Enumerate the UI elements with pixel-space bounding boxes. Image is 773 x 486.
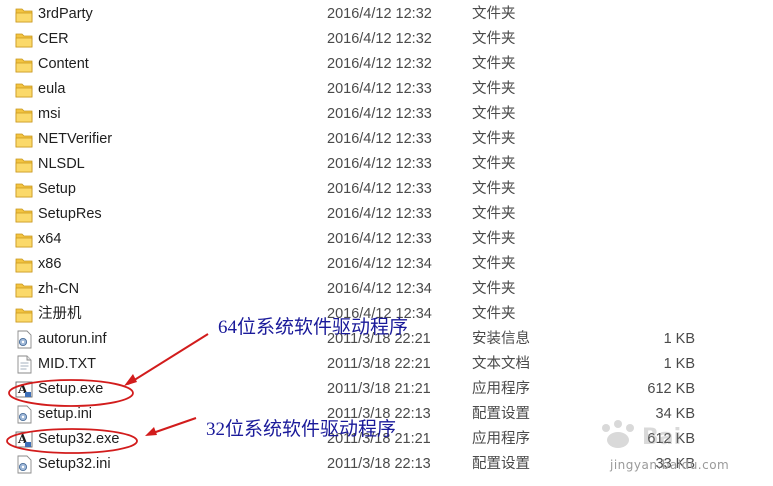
file-type: 应用程序	[472, 431, 530, 447]
file-row-setup-exe[interactable]: Setup.exe 2011/3/18 21:21 应用程序 612 KB	[0, 377, 773, 402]
file-type: 文本文档	[472, 356, 530, 372]
file-type: 文件夹	[472, 231, 516, 247]
file-date: 2016/4/12 12:33	[327, 156, 432, 172]
config-file-icon	[14, 405, 34, 424]
file-date: 2016/4/12 12:34	[327, 281, 432, 297]
installer-exe-icon	[14, 380, 34, 399]
file-name: Setup	[38, 181, 76, 197]
file-type: 配置设置	[472, 456, 530, 472]
file-row-netverifier[interactable]: NETVerifier 2016/4/12 12:33 文件夹	[0, 127, 773, 152]
file-type: 文件夹	[472, 6, 516, 22]
file-row-zh-cn[interactable]: zh-CN 2016/4/12 12:34 文件夹	[0, 277, 773, 302]
file-type: 配置设置	[472, 406, 530, 422]
file-name: x64	[38, 231, 62, 247]
file-size: 1 KB	[663, 331, 695, 347]
file-name: SetupRes	[38, 206, 102, 222]
file-date: 2016/4/12 12:33	[327, 106, 432, 122]
file-type: 文件夹	[472, 256, 516, 272]
file-name: Setup.exe	[38, 381, 104, 397]
file-name: Setup32.ini	[38, 456, 111, 472]
file-name: CER	[38, 31, 69, 47]
file-date: 2011/3/18 22:13	[327, 456, 431, 472]
text-file-icon	[14, 355, 34, 374]
file-date: 2016/4/12 12:34	[327, 256, 432, 272]
watermark-url: jingyan.baidu.com	[610, 458, 730, 472]
file-date: 2011/3/18 22:21	[327, 356, 431, 372]
folder-icon	[14, 5, 34, 24]
file-type: 文件夹	[472, 106, 516, 122]
file-date: 2016/4/12 12:33	[327, 206, 432, 222]
file-row-3rdparty[interactable]: 3rdParty 2016/4/12 12:32 文件夹	[0, 2, 773, 27]
folder-icon	[14, 155, 34, 174]
file-type: 文件夹	[472, 306, 516, 322]
file-name: x86	[38, 256, 62, 272]
file-type: 安装信息	[472, 331, 530, 347]
file-date: 2016/4/12 12:33	[327, 231, 432, 247]
folder-icon	[14, 230, 34, 249]
config-file-icon	[14, 455, 34, 474]
file-type: 文件夹	[472, 31, 516, 47]
folder-icon	[14, 105, 34, 124]
file-type: 文件夹	[472, 81, 516, 97]
folder-icon	[14, 30, 34, 49]
file-type: 文件夹	[472, 131, 516, 147]
file-name: msi	[38, 106, 61, 122]
folder-icon	[14, 205, 34, 224]
file-size: 612 KB	[647, 431, 695, 447]
file-row-setupres[interactable]: SetupRes 2016/4/12 12:33 文件夹	[0, 202, 773, 227]
folder-icon	[14, 280, 34, 299]
folder-icon	[14, 305, 34, 324]
folder-icon	[14, 255, 34, 274]
file-row-x86[interactable]: x86 2016/4/12 12:34 文件夹	[0, 252, 773, 277]
file-type: 文件夹	[472, 181, 516, 197]
file-type: 文件夹	[472, 206, 516, 222]
file-name: zh-CN	[38, 281, 80, 297]
file-row-x64[interactable]: x64 2016/4/12 12:33 文件夹	[0, 227, 773, 252]
installer-exe-icon	[14, 430, 34, 449]
file-date: 2016/4/12 12:32	[327, 31, 432, 47]
file-size: 34 KB	[655, 406, 696, 422]
file-date: 2016/4/12 12:33	[327, 181, 432, 197]
file-name: Content	[38, 56, 89, 72]
file-date: 2016/4/12 12:33	[327, 81, 432, 97]
file-date: 2016/4/12 12:32	[327, 6, 432, 22]
file-name: Setup32.exe	[38, 431, 120, 447]
file-row-setup[interactable]: Setup 2016/4/12 12:33 文件夹	[0, 177, 773, 202]
folder-icon	[14, 80, 34, 99]
file-name: 3rdParty	[38, 6, 93, 22]
file-date: 2016/4/12 12:32	[327, 56, 432, 72]
file-name: autorun.inf	[38, 331, 107, 347]
annotation-32bit-note: 32位系统软件驱动程序	[206, 419, 397, 440]
file-name: MID.TXT	[38, 356, 96, 372]
file-row-eula[interactable]: eula 2016/4/12 12:33 文件夹	[0, 77, 773, 102]
setup-info-icon	[14, 330, 34, 349]
file-size: 1 KB	[663, 356, 695, 372]
folder-icon	[14, 55, 34, 74]
file-type: 应用程序	[472, 381, 530, 397]
file-row-mid-txt[interactable]: MID.TXT 2011/3/18 22:21 文本文档 1 KB	[0, 352, 773, 377]
file-name: setup.ini	[38, 406, 93, 422]
file-name: eula	[38, 81, 66, 97]
file-type: 文件夹	[472, 56, 516, 72]
file-type: 文件夹	[472, 156, 516, 172]
annotation-64bit-note: 64位系统软件驱动程序	[218, 317, 409, 338]
file-row-content[interactable]: Content 2016/4/12 12:32 文件夹	[0, 52, 773, 77]
folder-icon	[14, 130, 34, 149]
file-name: NLSDL	[38, 156, 85, 172]
file-date: 2011/3/18 21:21	[327, 381, 431, 397]
folder-icon	[14, 180, 34, 199]
file-date: 2016/4/12 12:33	[327, 131, 432, 147]
file-name: NETVerifier	[38, 131, 113, 147]
file-size: 612 KB	[647, 381, 695, 397]
file-row-cer[interactable]: CER 2016/4/12 12:32 文件夹	[0, 27, 773, 52]
file-name: 注册机	[38, 306, 82, 322]
file-type: 文件夹	[472, 281, 516, 297]
file-row-msi[interactable]: msi 2016/4/12 12:33 文件夹	[0, 102, 773, 127]
file-row-nlsdl[interactable]: NLSDL 2016/4/12 12:33 文件夹	[0, 152, 773, 177]
